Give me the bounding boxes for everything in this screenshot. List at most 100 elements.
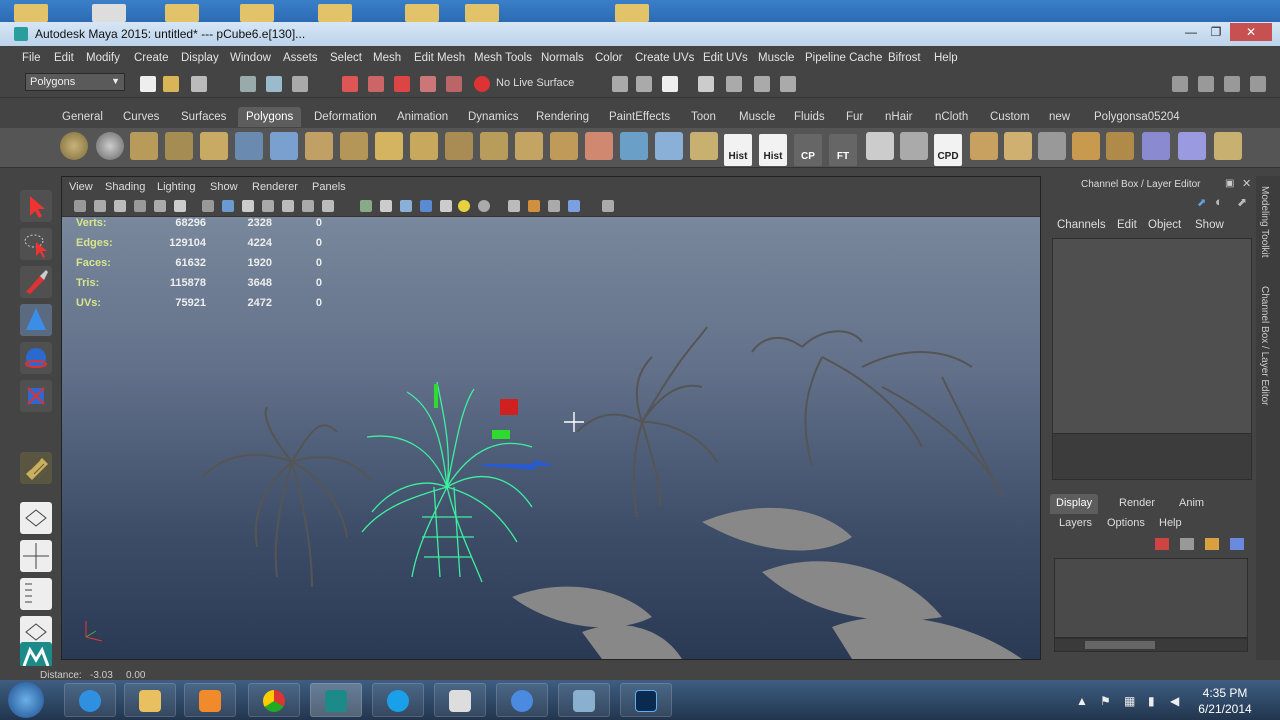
title-bar[interactable]: Autodesk Maya 2015: untitled* --- pCube6…: [0, 22, 1280, 46]
perspective-viewport[interactable]: View Shading Lighting Show Renderer Panels: [61, 176, 1041, 660]
menu-edit[interactable]: Edit: [54, 52, 74, 64]
shelf-tool-icon[interactable]: [1038, 132, 1066, 160]
extrude-icon[interactable]: [480, 132, 508, 160]
snap-live-icon[interactable]: [446, 76, 462, 92]
move-tool-icon[interactable]: [20, 304, 52, 336]
menu-muscle[interactable]: Muscle: [758, 52, 794, 64]
planar-map-icon[interactable]: [655, 132, 683, 160]
new-layer-selected-icon[interactable]: [1180, 538, 1194, 550]
center-pivot-button[interactable]: CP: [794, 134, 822, 166]
gizmo-plane-handle[interactable]: [492, 430, 510, 439]
shelf-tool-icon[interactable]: [1214, 132, 1242, 160]
volume-icon[interactable]: ◀: [1170, 694, 1179, 708]
outliner-layout-icon[interactable]: [20, 578, 52, 610]
photoshop-icon[interactable]: [620, 683, 672, 717]
input-ops-icon[interactable]: [612, 76, 628, 92]
minimize-button[interactable]: —: [1180, 23, 1202, 41]
select-tool-icon[interactable]: [20, 190, 52, 222]
snap-curve-icon[interactable]: [368, 76, 384, 92]
desktop-folder-icon[interactable]: [615, 4, 649, 22]
menu-set-dropdown[interactable]: Polygons ▼: [25, 73, 125, 91]
layer-option-icon[interactable]: [1230, 538, 1244, 550]
shelf-tool-icon[interactable]: [1072, 132, 1100, 160]
desktop-folder-icon[interactable]: [14, 4, 48, 22]
desktop-folder-icon[interactable]: [465, 4, 499, 22]
shelf-tab-polygons[interactable]: Polygons: [238, 107, 302, 127]
open-scene-icon[interactable]: [163, 76, 179, 92]
construction-history-icon[interactable]: [662, 76, 678, 92]
uv-editor-icon[interactable]: [620, 132, 648, 160]
menu-create-uvs[interactable]: Create UVs: [635, 52, 694, 64]
menu-edit-uvs[interactable]: Edit UVs: [703, 52, 748, 64]
shelf-tab-muscle[interactable]: Muscle: [739, 107, 775, 127]
bevel-icon[interactable]: [445, 132, 473, 160]
close-panel-icon[interactable]: ✕: [1242, 177, 1251, 190]
render-view-icon[interactable]: [698, 76, 714, 92]
layout-icon[interactable]: [1172, 76, 1188, 92]
desktop-folder-icon[interactable]: [318, 4, 352, 22]
output-ops-icon[interactable]: [636, 76, 652, 92]
layers-menu[interactable]: Layers: [1059, 517, 1092, 529]
tray-chevron-icon[interactable]: ▲: [1076, 694, 1088, 708]
scale-tool-icon[interactable]: [20, 380, 52, 412]
menu-bifrost[interactable]: Bifrost: [888, 52, 921, 64]
zbrush-icon[interactable]: [434, 683, 486, 717]
append-icon[interactable]: [550, 132, 578, 160]
render-settings-icon[interactable]: [780, 76, 796, 92]
shelf-tool-icon[interactable]: [1178, 132, 1206, 160]
float-panel-icon[interactable]: ▣: [1225, 178, 1234, 189]
scrollbar-thumb[interactable]: [1085, 641, 1155, 649]
shelf-tab-new[interactable]: new: [1049, 107, 1070, 127]
menu-window[interactable]: Window: [230, 52, 271, 64]
poly-sphere-wire-icon[interactable]: [96, 132, 124, 160]
help-menu[interactable]: Help: [1159, 517, 1182, 529]
vertex-count-icon[interactable]: [900, 132, 928, 160]
shelf-tool-icon[interactable]: [1142, 132, 1170, 160]
menu-file[interactable]: File: [22, 52, 41, 64]
desktop-folder-icon[interactable]: [165, 4, 199, 22]
snap-grid-icon[interactable]: [342, 76, 358, 92]
network-icon[interactable]: ▦: [1124, 694, 1135, 708]
menu-help[interactable]: Help: [934, 52, 958, 64]
four-view-layout-icon[interactable]: [20, 540, 52, 572]
split-icon[interactable]: [585, 132, 613, 160]
shape-list[interactable]: [1052, 434, 1252, 480]
poly-cone-icon[interactable]: [270, 132, 298, 160]
select-object-icon[interactable]: [266, 76, 282, 92]
save-scene-icon[interactable]: [191, 76, 207, 92]
ipr-render-icon[interactable]: [754, 76, 770, 92]
menu-normals[interactable]: Normals: [541, 52, 584, 64]
render-frame-icon[interactable]: [726, 76, 742, 92]
shelf-tab-curves[interactable]: Curves: [123, 107, 159, 127]
poly-torus-icon[interactable]: [235, 132, 263, 160]
shelf-tab-rendering[interactable]: Rendering: [536, 107, 589, 127]
maya-icon[interactable]: [310, 683, 362, 717]
shelf-tab-dynamics[interactable]: Dynamics: [468, 107, 518, 127]
options-menu[interactable]: Options: [1107, 517, 1145, 529]
history-button-1[interactable]: Hist: [724, 134, 752, 166]
menu-assets[interactable]: Assets: [283, 52, 318, 64]
transfer-icon[interactable]: [690, 132, 718, 160]
snap-point-icon[interactable]: [394, 76, 410, 92]
channel-sphere-icon[interactable]: ◐: [1215, 194, 1223, 209]
layer-scrollbar[interactable]: [1054, 638, 1248, 652]
menu-display[interactable]: Display: [181, 52, 219, 64]
tab-channel-box[interactable]: Channel Box / Layer Editor: [1259, 286, 1270, 406]
chrome-icon[interactable]: [248, 683, 300, 717]
menu-select[interactable]: Select: [330, 52, 362, 64]
history-button-2[interactable]: Hist: [759, 134, 787, 166]
poly-plane-icon[interactable]: [200, 132, 228, 160]
menu-mesh[interactable]: Mesh: [373, 52, 401, 64]
last-tool-icon[interactable]: [20, 452, 52, 484]
freeze-transforms-button[interactable]: FT: [829, 134, 857, 166]
object-menu[interactable]: Object: [1148, 219, 1181, 231]
channel-box-toggle-icon[interactable]: [1250, 76, 1266, 92]
shelf-tab-toon[interactable]: Toon: [691, 107, 716, 127]
cpd-button[interactable]: CPD: [934, 134, 962, 166]
ie-icon[interactable]: [64, 683, 116, 717]
poly-cylinder-icon[interactable]: [165, 132, 193, 160]
channel-list[interactable]: [1052, 238, 1252, 434]
extract-icon[interactable]: [375, 132, 403, 160]
clock[interactable]: 4:35 PM 6/21/2014: [1190, 685, 1260, 717]
channel-arrow-icon[interactable]: ⬈: [1197, 196, 1206, 209]
